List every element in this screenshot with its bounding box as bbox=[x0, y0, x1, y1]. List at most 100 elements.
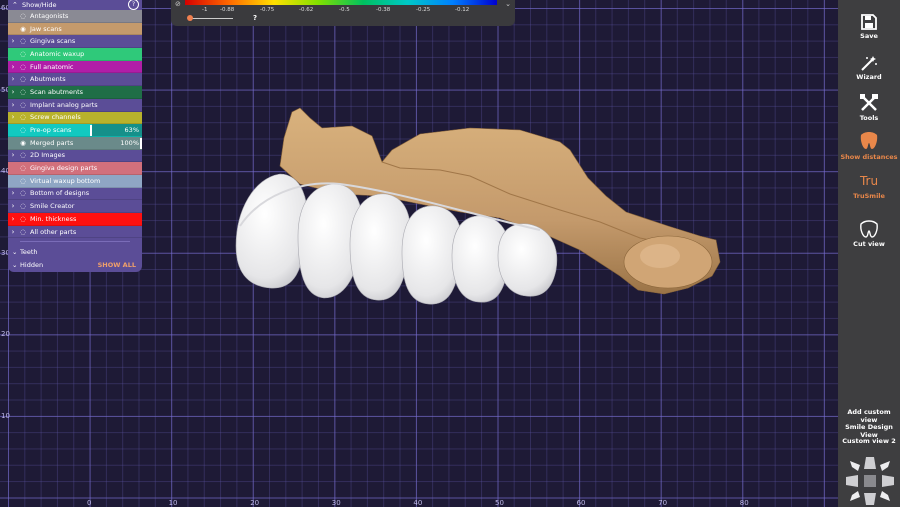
scale-range-slider[interactable] bbox=[189, 18, 233, 19]
chevron-right-icon[interactable]: › bbox=[8, 202, 18, 210]
view-cube-icon[interactable] bbox=[846, 455, 894, 507]
eye-off-icon[interactable]: ◌ bbox=[18, 12, 28, 20]
layer-row[interactable]: › ◌ Min. thickness bbox=[8, 213, 142, 226]
chevron-right-icon[interactable]: › bbox=[8, 189, 18, 197]
layer-label: Anatomic waxup bbox=[30, 49, 85, 58]
trusmile-icon: Tru bbox=[859, 174, 879, 188]
opacity-percent: 63% bbox=[124, 126, 139, 135]
scale-value: -0.62 bbox=[299, 7, 314, 13]
wizard-button[interactable]: Wizard bbox=[838, 55, 900, 81]
eye-off-icon[interactable]: ◌ bbox=[18, 75, 28, 83]
x-axis-tick: 60 bbox=[576, 499, 586, 507]
layer-row[interactable]: › ◌ 2D Images bbox=[8, 149, 142, 163]
layer-label: Smile Creator bbox=[30, 202, 75, 211]
show-hide-panel: ⌃ Show/Hide ? ◌ Antagonists ◉ Jaw scans › ◌ Gi… bbox=[8, 0, 142, 272]
eye-off-icon[interactable]: ◌ bbox=[18, 88, 28, 96]
layer-row[interactable]: › ◌ Scan abutments bbox=[8, 86, 142, 99]
eye-off-icon[interactable]: ◌ bbox=[18, 101, 28, 109]
scale-value: -1 bbox=[202, 7, 208, 13]
color-gradient bbox=[185, 0, 497, 5]
add-custom-view-link[interactable]: Add custom view bbox=[838, 408, 900, 424]
eye-off-icon[interactable]: ◌ bbox=[18, 177, 28, 185]
scale-value: -0.25 bbox=[416, 7, 431, 13]
cut-view-button[interactable]: Cut view bbox=[838, 220, 900, 248]
show-distances-button[interactable]: Show distances bbox=[838, 131, 900, 161]
layer-label: Full anatomic bbox=[30, 62, 74, 71]
eye-off-icon[interactable]: ◌ bbox=[18, 215, 28, 223]
wizard-label: Wizard bbox=[856, 73, 882, 81]
eye-off-icon[interactable]: ◌ bbox=[18, 164, 28, 172]
hidden-section[interactable]: ⌄ Hidden SHOW ALL bbox=[8, 258, 142, 271]
layer-label: 2D Images bbox=[30, 151, 65, 160]
scale-help-icon[interactable]: ? bbox=[253, 14, 257, 22]
chevron-right-icon[interactable]: › bbox=[8, 63, 18, 71]
chevron-right-icon[interactable]: › bbox=[8, 75, 18, 83]
layer-row[interactable]: › ◌ Implant analog parts bbox=[8, 98, 142, 112]
eye-icon[interactable]: ◉ bbox=[18, 139, 28, 147]
cut-view-icon bbox=[860, 220, 878, 238]
custom-view-2-link[interactable]: Custom view 2 bbox=[838, 437, 900, 445]
layer-row[interactable]: › ◌ All other parts bbox=[8, 225, 142, 239]
help-icon[interactable]: ? bbox=[128, 0, 139, 10]
scale-settings-icon[interactable]: ⊘ bbox=[175, 0, 181, 8]
distance-color-scale: ⊘ -1 -0.88 -0.75 -0.62 -0.5 -0.38 -0.25 … bbox=[171, 0, 515, 26]
teeth-section[interactable]: ⌄ Teeth bbox=[8, 245, 142, 258]
eye-off-icon[interactable]: ◌ bbox=[18, 189, 28, 197]
layer-row[interactable]: › ◌ Screw channels bbox=[8, 111, 142, 125]
scale-value: -0.88 bbox=[220, 7, 235, 13]
eye-off-icon[interactable]: ◌ bbox=[18, 50, 28, 58]
scale-slider-knob[interactable] bbox=[187, 15, 193, 21]
eye-off-icon[interactable]: ◌ bbox=[18, 202, 28, 210]
layer-row[interactable]: › ◌ Gingiva scans bbox=[8, 35, 142, 49]
eye-off-icon[interactable]: ◌ bbox=[18, 37, 28, 45]
trusmile-button[interactable]: Tru TruSmile bbox=[838, 174, 900, 200]
show-all-button[interactable]: SHOW ALL bbox=[98, 261, 136, 269]
tools-label: Tools bbox=[859, 114, 879, 122]
layer-row[interactable]: ◌ Virtual waxup bottom bbox=[8, 174, 142, 188]
eye-icon[interactable]: ◉ bbox=[18, 25, 28, 33]
layer-label: Min. thickness bbox=[30, 214, 77, 223]
layer-row[interactable]: ◌ Pre-op scans 63% bbox=[8, 124, 142, 137]
cut-view-label: Cut view bbox=[853, 240, 885, 248]
chevron-down-icon: ⌄ bbox=[12, 247, 18, 256]
layer-label: Jaw scans bbox=[30, 24, 62, 33]
scale-value: -0.5 bbox=[339, 7, 350, 13]
chevron-right-icon[interactable]: › bbox=[8, 37, 18, 45]
y-axis-tick: 10 bbox=[1, 412, 10, 420]
layer-row[interactable]: › ◌ Bottom of designs bbox=[8, 187, 142, 201]
layer-row[interactable]: ◌ Anatomic waxup bbox=[8, 48, 142, 61]
chevron-right-icon[interactable]: › bbox=[8, 228, 18, 236]
layer-label: Screw channels bbox=[30, 113, 81, 122]
opacity-slider-handle[interactable] bbox=[140, 137, 142, 149]
save-button[interactable]: Save bbox=[838, 14, 900, 40]
chevron-down-icon: ⌄ bbox=[12, 260, 18, 269]
layer-label: Gingiva design parts bbox=[30, 164, 98, 173]
eye-off-icon[interactable]: ◌ bbox=[18, 151, 28, 159]
layer-row[interactable]: › ◌ Abutments bbox=[8, 73, 142, 87]
x-axis-tick: 70 bbox=[658, 499, 668, 507]
layer-row[interactable]: ◉ Merged parts 100% bbox=[8, 136, 142, 150]
hidden-label: Hidden bbox=[20, 260, 44, 269]
eye-off-icon[interactable]: ◌ bbox=[18, 63, 28, 71]
opacity-percent: 100% bbox=[120, 138, 139, 147]
layer-label: Bottom of designs bbox=[30, 189, 90, 198]
tools-button[interactable]: Tools bbox=[838, 94, 900, 122]
chevron-right-icon[interactable]: › bbox=[8, 101, 18, 109]
layer-row[interactable]: › ◌ Smile Creator bbox=[8, 200, 142, 213]
layer-row[interactable]: › ◌ Full anatomic bbox=[8, 60, 142, 74]
layer-label: Antagonists bbox=[30, 11, 69, 20]
chevron-right-icon[interactable]: › bbox=[8, 215, 18, 223]
save-icon bbox=[861, 14, 877, 30]
chevron-down-icon[interactable]: ⌄ bbox=[505, 0, 511, 8]
eye-off-icon[interactable]: ◌ bbox=[18, 228, 28, 236]
layer-row[interactable]: ◌ Antagonists bbox=[8, 10, 142, 23]
chevron-right-icon[interactable]: › bbox=[8, 88, 18, 96]
layer-row[interactable]: ◌ Gingiva design parts bbox=[8, 162, 142, 175]
chevron-right-icon[interactable]: › bbox=[8, 151, 18, 159]
layer-row[interactable]: ◉ Jaw scans bbox=[8, 22, 142, 36]
opacity-slider-handle[interactable] bbox=[90, 125, 93, 137]
eye-off-icon[interactable]: ◌ bbox=[18, 126, 28, 134]
eye-off-icon[interactable]: ◌ bbox=[18, 113, 28, 121]
chevron-right-icon[interactable]: › bbox=[8, 113, 18, 121]
panel-header[interactable]: ⌃ Show/Hide ? bbox=[8, 0, 142, 10]
